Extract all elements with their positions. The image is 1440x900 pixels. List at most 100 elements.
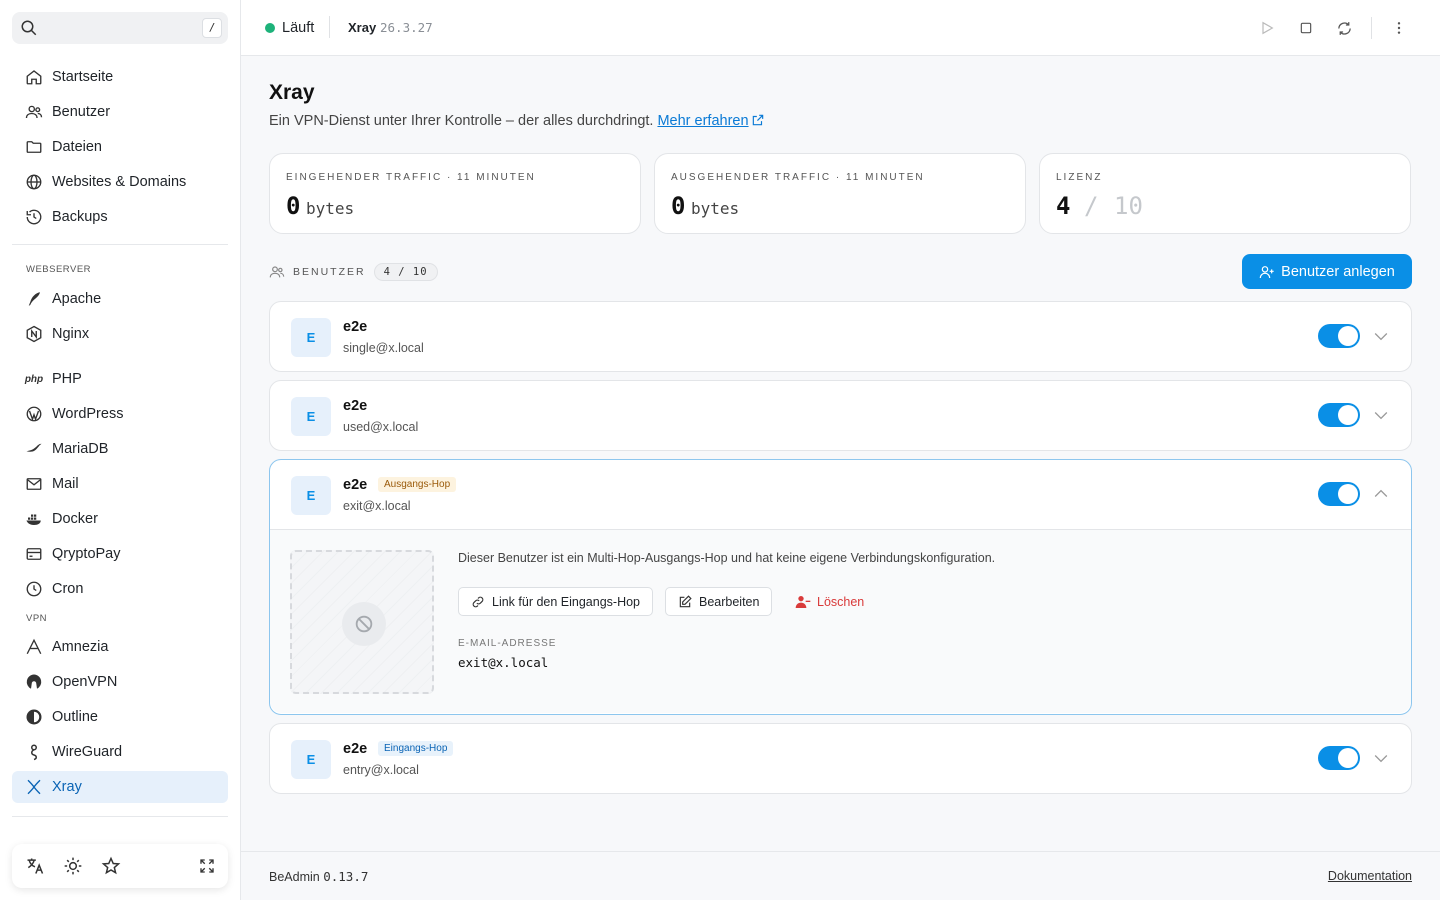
stat-value: 0: [671, 192, 686, 220]
sidebar-toolbar: [12, 844, 228, 888]
sidebar-item-label: Benutzer: [52, 104, 111, 120]
sidebar-item-startseite[interactable]: Startseite: [12, 61, 228, 93]
link-icon: [472, 596, 484, 607]
divider: [12, 244, 228, 245]
avatar: E: [291, 476, 331, 515]
sidebar-item-amnezia[interactable]: Amnezia: [12, 631, 228, 663]
chevron-down-icon[interactable]: [1371, 326, 1391, 346]
sidebar-item-openvpn[interactable]: OpenVPN: [12, 666, 228, 698]
user-card[interactable]: E e2e Eingangs-Hop entry@x.local: [269, 723, 1412, 794]
entry-hop-link-button[interactable]: Link für den Eingangs-Hop: [458, 587, 654, 616]
divider: [329, 16, 330, 38]
toggle-knob: [1338, 405, 1358, 425]
add-user-button[interactable]: Benutzer anlegen: [1242, 254, 1412, 289]
user-enabled-toggle[interactable]: [1318, 482, 1360, 506]
search-input[interactable]: /: [12, 12, 228, 44]
divider: [1371, 17, 1372, 39]
sidebar-item-label: Nginx: [52, 326, 90, 342]
more-menu-icon[interactable]: [1389, 18, 1409, 38]
user-name: e2e: [343, 398, 368, 414]
sidebar-item-wireguard[interactable]: WireGuard: [12, 736, 228, 768]
external-link-icon: [752, 114, 763, 126]
sidebar-item-docker[interactable]: Docker: [12, 503, 228, 535]
docker-icon: [24, 509, 44, 529]
footer-version: BeAdmin 0.13.7: [269, 869, 368, 884]
documentation-link[interactable]: Dokumentation: [1328, 869, 1412, 883]
user-enabled-toggle[interactable]: [1318, 324, 1360, 348]
user-email: exit@x.local: [343, 499, 411, 513]
sidebar-item-dateien[interactable]: Dateien: [12, 131, 228, 163]
users-label: BENUTZER: [293, 266, 366, 278]
users-icon: [269, 266, 285, 278]
sidebar-item-label: Websites & Domains: [52, 174, 187, 190]
clock-icon: [24, 579, 44, 599]
user-email: used@x.local: [343, 420, 419, 434]
php-icon: php: [24, 373, 44, 385]
no-config-icon: [342, 602, 386, 646]
sidebar-item-outline[interactable]: Outline: [12, 701, 228, 733]
hop-info-text: Dieser Benutzer ist ein Multi-Hop-Ausgan…: [458, 551, 996, 565]
email-field-value: exit@x.local: [458, 655, 549, 670]
star-icon[interactable]: [100, 855, 122, 877]
language-icon[interactable]: [24, 855, 46, 877]
sidebar-item-qryptopay[interactable]: QryptoPay: [12, 538, 228, 570]
sidebar-item-label: Apache: [52, 291, 102, 307]
learn-more-link[interactable]: Mehr erfahren: [657, 113, 748, 129]
search-icon: [21, 20, 37, 36]
start-icon[interactable]: [1257, 18, 1277, 38]
sidebar-item-apache[interactable]: Apache: [12, 283, 228, 315]
user-card[interactable]: E e2e single@x.local: [269, 301, 1412, 372]
sidebar-item-websites[interactable]: Websites & Domains: [12, 166, 228, 198]
chevron-up-icon[interactable]: [1371, 484, 1391, 504]
sidebar-item-xray[interactable]: Xray: [12, 771, 228, 803]
toggle-knob: [1338, 484, 1358, 504]
shortcut-key: /: [202, 18, 222, 38]
wordpress-icon: [24, 404, 44, 424]
sidebar-item-benutzer[interactable]: Benutzer: [12, 96, 228, 128]
sidebar-item-backups[interactable]: Backups: [12, 201, 228, 233]
chevron-down-icon[interactable]: [1371, 748, 1391, 768]
restart-icon[interactable]: [1334, 18, 1354, 38]
sidebar-item-nginx[interactable]: Nginx: [12, 318, 228, 350]
users-icon: [24, 102, 44, 122]
stop-icon[interactable]: [1296, 18, 1316, 38]
sidebar-item-label: Docker: [52, 511, 98, 527]
entry-hop-link-label: Link für den Eingangs-Hop: [492, 594, 641, 609]
sidebar-item-label: PHP: [52, 371, 82, 387]
status-text: Läuft: [282, 20, 315, 36]
subtitle-text: Ein VPN-Dienst unter Ihrer Kontrolle – d…: [269, 113, 654, 129]
user-name: e2e: [343, 477, 368, 493]
edit-button[interactable]: Bearbeiten: [665, 587, 773, 616]
user-card-expanded[interactable]: E e2e Ausgangs-Hop exit@x.local Dieser B…: [269, 459, 1412, 715]
user-enabled-toggle[interactable]: [1318, 746, 1360, 770]
stat-label: AUSGEHENDER TRAFFIC · 11 MINUTEN: [671, 172, 925, 183]
nginx-icon: [24, 324, 44, 344]
section-label-webserver: WEBSERVER: [26, 264, 92, 275]
home-icon: [24, 67, 44, 87]
sidebar-item-label: Amnezia: [52, 639, 109, 655]
avatar: E: [291, 318, 331, 357]
user-enabled-toggle[interactable]: [1318, 403, 1360, 427]
stat-value: 4: [1056, 192, 1071, 220]
sidebar-item-cron[interactable]: Cron: [12, 573, 228, 605]
feather-icon: [24, 289, 44, 309]
wireguard-icon: [24, 742, 44, 762]
footer-app-name: BeAdmin: [269, 870, 320, 884]
fullscreen-icon[interactable]: [196, 855, 218, 877]
user-details-panel: Dieser Benutzer ist ein Multi-Hop-Ausgan…: [270, 529, 1411, 713]
sidebar-item-label: Backups: [52, 209, 108, 225]
sidebar-item-label: Dateien: [52, 139, 102, 155]
sidebar-item-label: Outline: [52, 709, 98, 725]
stat-card-incoming: EINGEHENDER TRAFFIC · 11 MINUTEN 0 bytes: [269, 153, 641, 234]
sidebar-item-mail[interactable]: Mail: [12, 468, 228, 500]
sidebar-item-mariadb[interactable]: MariaDB: [12, 433, 228, 465]
delete-button[interactable]: Löschen: [795, 587, 864, 616]
exit-hop-badge: Ausgangs-Hop: [378, 477, 457, 492]
section-label-vpn: VPN: [26, 613, 48, 624]
sun-icon[interactable]: [62, 855, 84, 877]
user-card[interactable]: E e2e used@x.local: [269, 380, 1412, 451]
sidebar-item-php[interactable]: php PHP: [12, 363, 228, 395]
chevron-down-icon[interactable]: [1371, 405, 1391, 425]
sidebar-item-wordpress[interactable]: WordPress: [12, 398, 228, 430]
toggle-knob: [1338, 748, 1358, 768]
